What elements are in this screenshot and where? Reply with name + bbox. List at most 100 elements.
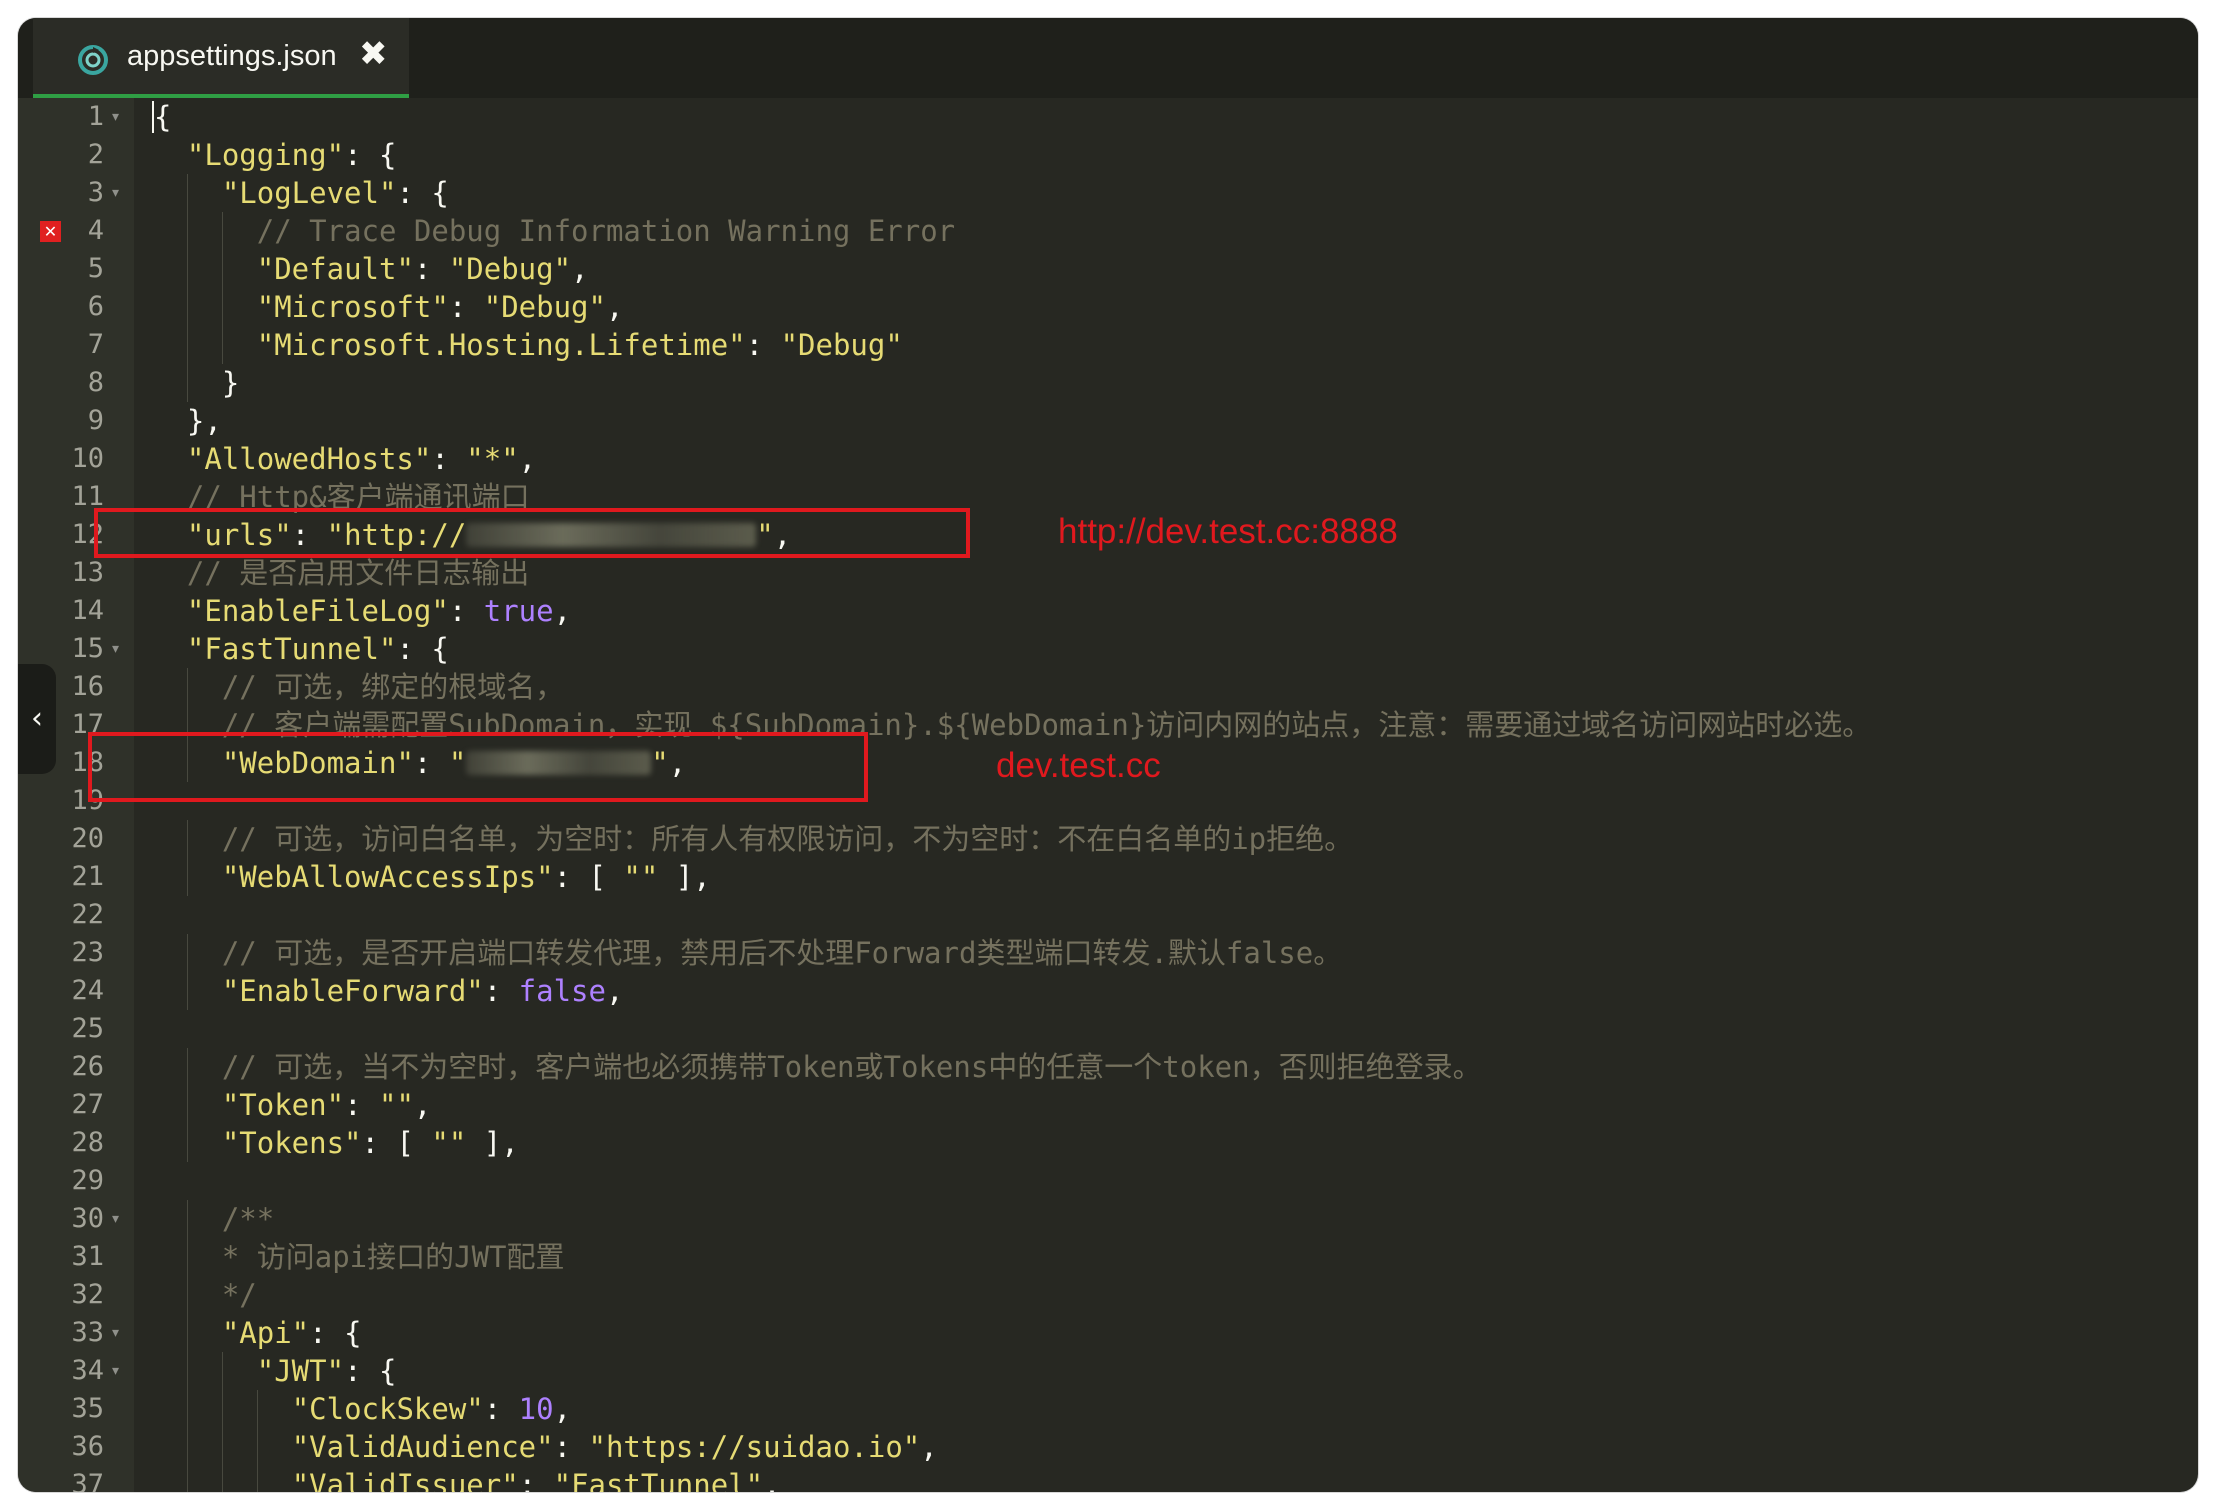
code-line[interactable]: 33 ▾ "Api": { (18, 1314, 2198, 1352)
code-text[interactable]: "EnableForward": false, (152, 972, 624, 1010)
code-text[interactable]: "AllowedHosts": "*", (152, 440, 536, 478)
code-text[interactable]: "WebAllowAccessIps": [ "" ], (152, 858, 711, 896)
code-text[interactable]: "Default": "Debug", (152, 250, 589, 288)
code-line[interactable]: 32 */ (18, 1276, 2198, 1314)
json-token: : (448, 594, 484, 628)
code-line[interactable]: 29 (18, 1162, 2198, 1200)
code-line[interactable]: 23 // 可选，是否开启端口转发代理，禁用后不处理Forward类型端口转发.… (18, 934, 2198, 972)
json-key: "ValidAudience" (291, 1430, 554, 1464)
json-token: : { (396, 176, 449, 210)
code-line[interactable]: 30 ▾ /** (18, 1200, 2198, 1238)
code-text[interactable]: "Tokens": [ "" ], (152, 1124, 519, 1162)
code-line[interactable]: 35 "ClockSkew": 10, (18, 1390, 2198, 1428)
json-token: : (448, 290, 484, 324)
code-line[interactable]: 28 "Tokens": [ "" ], (18, 1124, 2198, 1162)
code-line[interactable]: 14 "EnableFileLog": true, (18, 592, 2198, 630)
code-text[interactable]: // Trace Debug Information Warning Error (152, 212, 955, 250)
code-text[interactable]: "ValidAudience": "https://suidao.io", (152, 1428, 938, 1466)
code-text[interactable]: "JWT": { (152, 1352, 397, 1390)
line-number: 25 (71, 1013, 104, 1044)
json-token: , (763, 1468, 781, 1492)
code-text[interactable]: "Token": "", (152, 1086, 432, 1124)
code-text[interactable]: * 访问api接口的JWT配置 (152, 1238, 565, 1276)
line-number: 2 (87, 139, 104, 170)
code-line[interactable]: 9 }, (18, 402, 2198, 440)
code-line[interactable]: 37 "ValidIssuer": "FastTunnel", (18, 1466, 2198, 1492)
code-line[interactable]: 10 "AllowedHosts": "*", (18, 440, 2198, 478)
code-line[interactable]: 8 } (18, 364, 2198, 402)
code-text[interactable]: // 可选，是否开启端口转发代理，禁用后不处理Forward类型端口转发.默认f… (152, 934, 1342, 972)
code-line[interactable]: 24 "EnableForward": false, (18, 972, 2198, 1010)
code-text[interactable]: "Microsoft.Hosting.Lifetime": "Debug" (152, 326, 903, 364)
line-number: 26 (71, 1051, 104, 1082)
line-number: 30 (71, 1203, 104, 1234)
json-token: "https://suidao.io" (588, 1430, 921, 1464)
json-token: : (344, 1088, 379, 1122)
fold-arrow-icon[interactable]: ▾ (112, 1200, 119, 1238)
code-line[interactable]: 1 ▾ { (18, 98, 2198, 136)
code-text[interactable]: // 可选，访问白名单，为空时：所有人有权限访问，不为空时：不在白名单的ip拒绝… (152, 820, 1353, 858)
tab-title: appsettings.json (127, 40, 337, 72)
code-text[interactable]: "Api": { (152, 1314, 362, 1352)
highlight-box-webdomain (88, 732, 868, 802)
code-text[interactable]: "EnableFileLog": true, (152, 592, 571, 630)
sidebar-toggle-chevron-left-icon[interactable]: ‹ (18, 664, 56, 774)
json-key: "Default" (256, 252, 414, 286)
code-text[interactable]: "Logging": { (152, 136, 397, 174)
code-text[interactable]: // 是否启用文件日志输出 (152, 554, 529, 592)
code-line[interactable]: 31 * 访问api接口的JWT配置 (18, 1238, 2198, 1276)
highlight-box-urls (94, 508, 970, 558)
code-line[interactable]: 20 // 可选，访问白名单，为空时：所有人有权限访问，不为空时：不在白名单的i… (18, 820, 2198, 858)
code-text[interactable]: "ValidIssuer": "FastTunnel", (152, 1466, 781, 1492)
code-line[interactable]: 16 // 可选，绑定的根域名， (18, 668, 2198, 706)
code-text[interactable]: "FastTunnel": { (152, 630, 449, 668)
code-line[interactable]: 21 "WebAllowAccessIps": [ "" ], (18, 858, 2198, 896)
code-line[interactable]: 25 (18, 1010, 2198, 1048)
fold-arrow-icon[interactable]: ▾ (112, 630, 119, 668)
code-text[interactable]: // 可选，绑定的根域名， (152, 668, 564, 706)
close-icon[interactable]: ✖ (359, 34, 388, 74)
line-number: 33 (71, 1317, 104, 1348)
json-token: : { (344, 1354, 397, 1388)
code-line[interactable]: 34 ▾ "JWT": { (18, 1352, 2198, 1390)
code-text[interactable]: } (152, 364, 239, 402)
comment-text: // Trace Debug Information Warning Error (256, 214, 956, 248)
code-text[interactable]: "LogLevel": { (152, 174, 449, 212)
code-line[interactable]: 15 ▾ "FastTunnel": { (18, 630, 2198, 668)
tab-appsettings[interactable]: appsettings.json ✖ (33, 18, 409, 98)
fold-arrow-icon[interactable]: ▾ (112, 98, 119, 136)
code-line[interactable]: 27 "Token": "", (18, 1086, 2198, 1124)
line-number: 31 (71, 1241, 104, 1272)
code-line[interactable]: 26 // 可选，当不为空时，客户端也必须携带Token或Tokens中的任意一… (18, 1048, 2198, 1086)
json-token: , (571, 252, 589, 286)
comment-text: // 可选，是否开启端口转发代理，禁用后不处理Forward类型端口转发.默认f… (221, 936, 1343, 970)
json-token: : (745, 328, 781, 362)
fold-arrow-icon[interactable]: ▾ (112, 1314, 119, 1352)
code-line[interactable]: 3 ▾ "LogLevel": { (18, 174, 2198, 212)
tab-bar: appsettings.json ✖ (18, 18, 2198, 98)
code-text[interactable]: { (152, 98, 171, 136)
json-token: : (483, 1392, 519, 1426)
code-text[interactable]: /** (152, 1200, 274, 1238)
code-text[interactable]: // 可选，当不为空时，客户端也必须携带Token或Tokens中的任意一个to… (152, 1048, 1482, 1086)
code-text[interactable]: }, (152, 402, 222, 440)
fold-arrow-icon[interactable]: ▾ (112, 1352, 119, 1390)
code-line[interactable]: 5 "Default": "Debug", (18, 250, 2198, 288)
json-token: , (553, 1392, 572, 1426)
code-line[interactable]: ✕ 4 // Trace Debug Information Warning Er… (18, 212, 2198, 250)
code-line[interactable]: 2 "Logging": { (18, 136, 2198, 174)
code-text[interactable]: "Microsoft": "Debug", (152, 288, 624, 326)
json-key: "Api" (221, 1316, 310, 1350)
code-line[interactable]: 13 // 是否启用文件日志输出 (18, 554, 2198, 592)
fold-arrow-icon[interactable]: ▾ (112, 174, 119, 212)
json-token: : (413, 252, 449, 286)
line-number: 3 (87, 177, 104, 208)
code-line[interactable]: 7 "Microsoft.Hosting.Lifetime": "Debug" (18, 326, 2198, 364)
code-line[interactable]: 22 (18, 896, 2198, 934)
code-line[interactable]: 6 "Microsoft": "Debug", (18, 288, 2198, 326)
line-number: 34 (71, 1355, 104, 1386)
json-token: }, (186, 404, 222, 438)
code-line[interactable]: 36 "ValidAudience": "https://suidao.io", (18, 1428, 2198, 1466)
code-text[interactable]: */ (152, 1276, 257, 1314)
code-text[interactable]: "ClockSkew": 10, (152, 1390, 571, 1428)
